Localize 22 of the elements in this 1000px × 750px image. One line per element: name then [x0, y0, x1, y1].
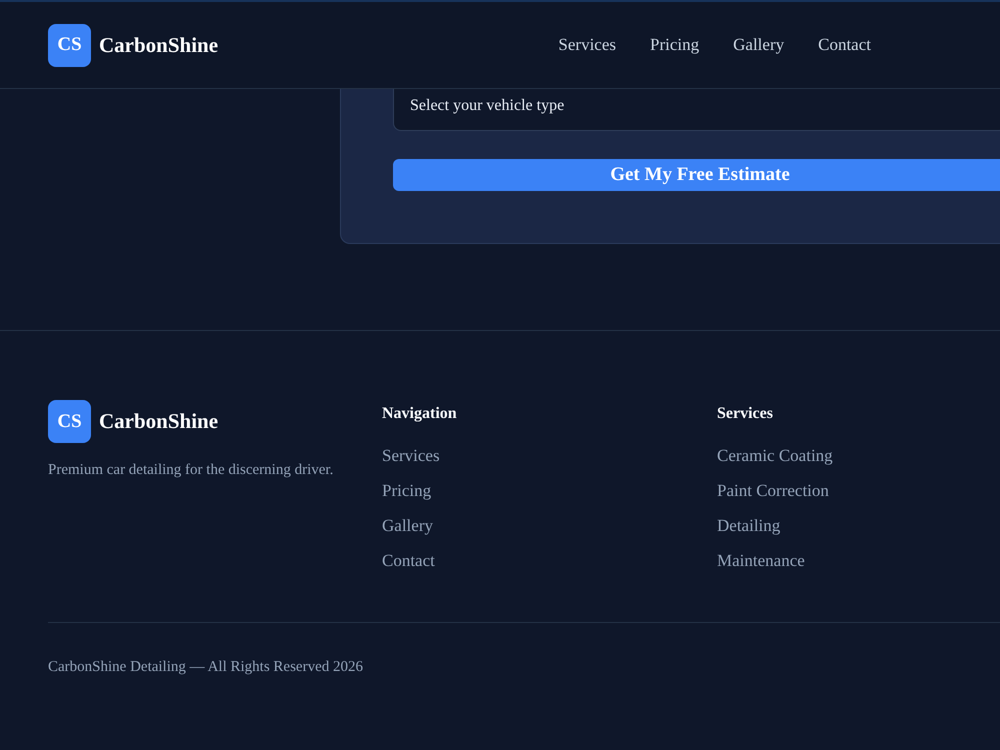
- footer-link[interactable]: Gallery: [382, 516, 433, 535]
- nav-link[interactable]: Gallery: [733, 35, 784, 55]
- footer-link[interactable]: Contact: [382, 551, 435, 570]
- brand-logo[interactable]: CS: [48, 400, 91, 443]
- column-heading: Services: [717, 405, 774, 423]
- footer-link[interactable]: Ceramic Coating: [717, 446, 833, 465]
- footer-link[interactable]: Paint Correction: [717, 481, 829, 500]
- column-heading: Navigation: [382, 405, 458, 423]
- brand-name: CarbonShine: [99, 32, 218, 58]
- tagline: Premium car detailing for the discerning driver.: [48, 462, 334, 479]
- footer-link[interactable]: Maintenance: [717, 551, 805, 570]
- brand-name: CarbonShine: [99, 409, 218, 434]
- footer-link[interactable]: Services: [382, 446, 440, 465]
- footer-link[interactable]: Pricing: [382, 481, 432, 500]
- brand-logo[interactable]: CS: [48, 24, 91, 66]
- nav-link[interactable]: Services: [558, 35, 616, 55]
- copyright-text: CarbonShine Detailing — All Rights Reserved 2026: [48, 659, 364, 676]
- footer-link[interactable]: Detailing: [717, 516, 780, 535]
- nav-link[interactable]: Contact: [818, 35, 871, 55]
- vehicle-type-select[interactable]: Select your vehicle type: [393, 89, 1000, 131]
- nav-link[interactable]: Pricing: [650, 35, 700, 55]
- estimate-button[interactable]: Get My Free Estimate: [393, 159, 1000, 191]
